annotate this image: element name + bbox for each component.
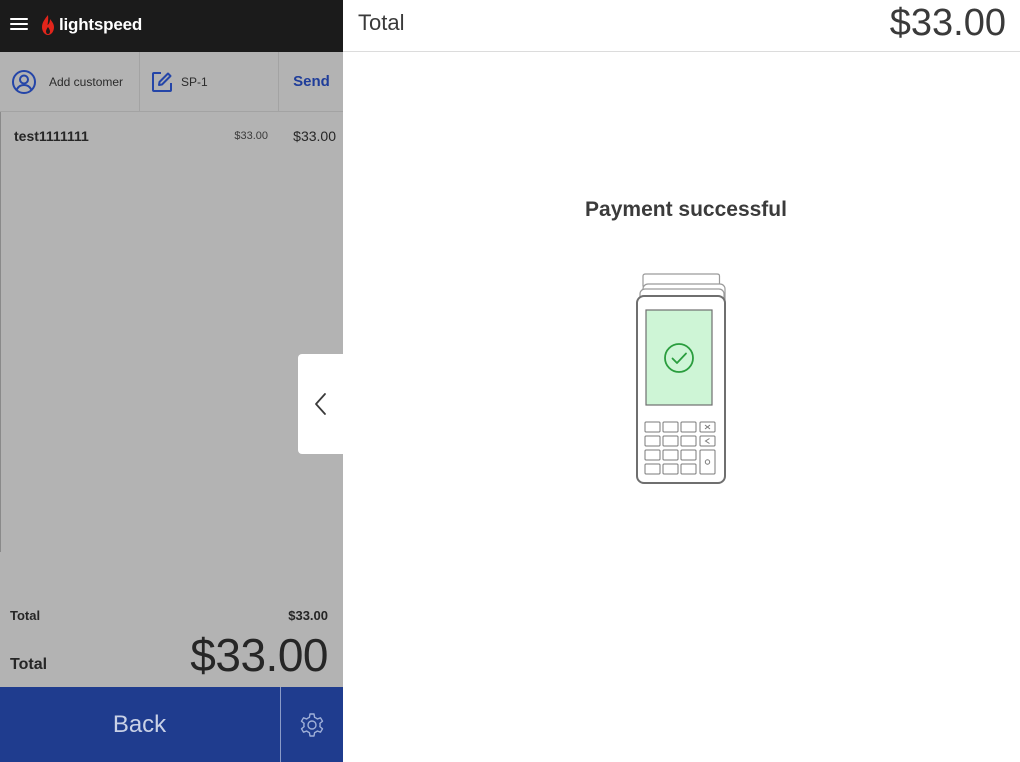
- menu-icon[interactable]: [10, 15, 30, 35]
- subtotal-label: Total: [10, 608, 41, 623]
- add-customer-button[interactable]: Add customer: [0, 52, 140, 111]
- chevron-left-icon: [315, 393, 326, 415]
- edit-icon: [152, 71, 172, 92]
- payment-status-message: Payment successful: [585, 198, 787, 221]
- collapse-panel-handle[interactable]: [298, 354, 344, 454]
- item-total: $33.00: [293, 128, 336, 144]
- lightspeed-logo: lightspeed: [40, 12, 142, 38]
- payment-total-value: $33.00: [889, 2, 1006, 44]
- gear-icon: [300, 712, 324, 737]
- line-item-list: test1111111 $33.00 $33.00: [0, 112, 343, 552]
- payment-header: Total $33.00: [343, 0, 1020, 52]
- top-bar: lightspeed: [0, 0, 343, 52]
- payment-panel: Total $33.00 Payment successful: [343, 0, 1020, 762]
- bottom-bar: Back: [0, 687, 343, 762]
- grand-total-label: Total: [10, 656, 48, 673]
- card-terminal-icon: [636, 273, 726, 484]
- sale-reference-button[interactable]: SP-1: [141, 52, 279, 111]
- sale-reference-label: SP-1: [181, 74, 208, 89]
- sale-panel: lightspeed Add customer SP-1 Send test11…: [0, 0, 344, 762]
- pos-app: lightspeed Add customer SP-1 Send test11…: [0, 0, 1020, 762]
- logo-text: lightspeed: [59, 15, 143, 34]
- line-item[interactable]: test1111111 $33.00 $33.00: [1, 112, 344, 160]
- user-circle-icon: [12, 69, 36, 94]
- subtotal-row: Total $33.00: [0, 602, 343, 628]
- item-unit-price: $33.00: [234, 130, 268, 142]
- send-button[interactable]: Send: [280, 52, 343, 111]
- back-button[interactable]: Back: [0, 687, 279, 762]
- add-customer-label: Add customer: [49, 74, 124, 89]
- flame-logo-icon: [42, 15, 54, 35]
- sale-actions: Add customer SP-1 Send: [0, 52, 343, 112]
- grand-total-row: Total $33.00: [0, 628, 343, 686]
- subtotal-value: $33.00: [288, 608, 328, 623]
- grand-total-value: $33.00: [190, 629, 328, 681]
- settings-button[interactable]: [280, 687, 343, 762]
- item-name: test1111111: [14, 128, 89, 144]
- payment-total-label: Total: [358, 10, 405, 35]
